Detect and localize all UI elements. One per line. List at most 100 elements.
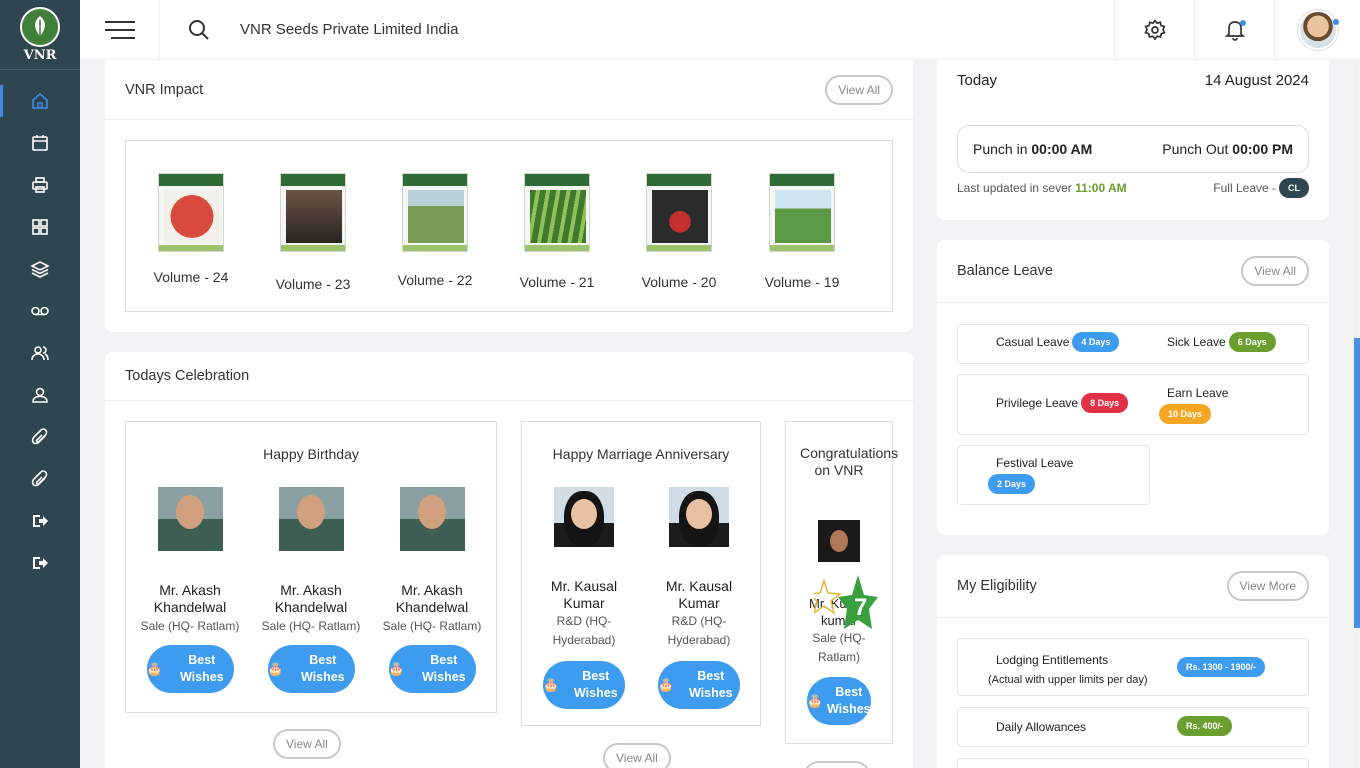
best-wishes-button[interactable]: 🎂 Best Wishes: [388, 645, 476, 693]
notifications-button[interactable]: [1194, 0, 1274, 60]
best-wishes-button[interactable]: 🎂 Best Wishes: [146, 645, 234, 693]
magazine-cover: [524, 173, 590, 252]
volume-item-22[interactable]: Volume - 22: [380, 173, 490, 288]
vnr-impact-header: VNR Impact View All: [105, 60, 913, 120]
cake-icon: 🎂: [146, 661, 163, 676]
cake-icon: 🎂: [658, 677, 674, 692]
settings-button[interactable]: [1114, 0, 1194, 60]
leave-code-badge: CL: [1279, 178, 1309, 198]
birthday-view-all-button[interactable]: View All: [273, 729, 341, 759]
company-name: VNR Seeds Private Limited India: [240, 21, 459, 38]
festival-leave: Festival Leave 2 Days: [988, 456, 1073, 494]
sidebar-item-print[interactable]: [0, 164, 80, 206]
cake-icon: 🎂: [388, 661, 405, 676]
casual-leave: Casual Leave 4 Days: [996, 332, 1120, 352]
top-bar: VNR Seeds Private Limited India: [80, 0, 1360, 60]
punch-box: Punch in 00:00 AM Punch Out 00:00 PM: [957, 125, 1309, 173]
paperclip-icon: [31, 428, 48, 445]
leaf-icon: [20, 6, 60, 47]
volume-label: Volume - 22: [397, 272, 473, 288]
star-icon: [807, 575, 878, 629]
search-icon: [189, 20, 209, 40]
volume-item-24[interactable]: Volume - 24: [136, 173, 246, 285]
magazine-cover: [769, 173, 835, 252]
profile-button[interactable]: [1274, 0, 1360, 60]
person-name: Mr. Kausal Kumar: [550, 578, 618, 611]
impact-view-all-button[interactable]: View All: [825, 74, 893, 105]
person-dept: R&D (HQ- Hyderabad): [667, 614, 731, 647]
sick-leave: Sick Leave 6 Days: [1167, 332, 1276, 352]
best-wishes-button[interactable]: 🎂 Best Wishes: [543, 661, 625, 709]
volume-item-21[interactable]: Volume - 21: [502, 173, 612, 290]
users-icon: [31, 346, 49, 361]
balance-view-all-button[interactable]: View All: [1241, 256, 1309, 286]
logout-icon: [33, 515, 48, 527]
grid-icon: [32, 219, 48, 235]
congrats-view-all-button[interactable]: [803, 761, 871, 768]
best-wishes-button[interactable]: 🎂 Best Wishes: [267, 645, 355, 693]
eligibility-row: [957, 758, 1309, 768]
anniversary-view-all-button[interactable]: View All: [603, 743, 671, 768]
person-photo: [278, 487, 344, 551]
online-dot: [1333, 19, 1339, 25]
magazine-cover: [158, 173, 224, 252]
sidebar-item-grid[interactable]: [0, 206, 80, 248]
volume-item-19[interactable]: Volume - 19: [747, 173, 857, 290]
volume-label: Volume - 23: [275, 276, 351, 292]
scrollbar-thumb[interactable]: [1354, 338, 1360, 628]
volume-item-20[interactable]: Volume - 20: [624, 173, 734, 290]
anniversary-box: Happy Marriage Anniversary Mr. Kausal Ku…: [521, 421, 761, 726]
leave-badge: 8 Days: [1081, 393, 1129, 413]
balance-leave-card: Balance Leave View All Casual Leave 4 Day…: [937, 240, 1329, 535]
sidebar-item-logout[interactable]: [0, 500, 80, 542]
sidebar-item-layers[interactable]: [0, 248, 80, 290]
sidebar-item-attachments[interactable]: [0, 458, 80, 500]
sidebar-item-calendar[interactable]: [0, 122, 80, 164]
punch-in: Punch in 00:00 AM: [973, 141, 1093, 157]
vnr-logo[interactable]: VNR: [0, 0, 80, 70]
sidebar-nav: [0, 80, 80, 584]
best-wishes-button[interactable]: 🎂 Best Wishes: [658, 661, 740, 709]
eligibility-row: Daily Allowances Rs. 400/-: [957, 707, 1309, 747]
anniversary-title: Happy Marriage Anniversary: [552, 446, 730, 462]
signout-icon: [33, 557, 48, 569]
today-label: Today: [957, 72, 998, 89]
sidebar-item-users[interactable]: [0, 332, 80, 374]
person-photo: [554, 487, 614, 547]
congrats-box: Congratulations on VNR Mr. Kumar kumar S…: [785, 421, 899, 744]
cake-icon: 🎂: [267, 661, 284, 676]
sidebar-item-voicemail[interactable]: [0, 290, 80, 332]
birthday-box: Happy Birthday Mr. Akash Khandelwal Sale…: [125, 421, 497, 713]
gear-icon: [1143, 19, 1166, 41]
volume-label: Volume - 21: [519, 274, 595, 290]
sidebar-item-profile[interactable]: [0, 374, 80, 416]
balance-leave-header: Balance Leave View All: [937, 240, 1329, 303]
eligibility-view-more-button[interactable]: View More: [1226, 571, 1309, 601]
eligibility-label: Lodging Entitlements (Actual with upper l…: [988, 653, 1148, 686]
voicemail-icon: [31, 306, 49, 316]
cake-icon: 🎂: [543, 677, 559, 692]
congrats-title: Congratulations on VNR: [800, 445, 899, 478]
sidebar-item-home[interactable]: [0, 80, 80, 122]
best-wishes-button[interactable]: 🎂 Best Wishes: [807, 677, 871, 725]
volume-label: Volume - 20: [641, 274, 717, 290]
search-button[interactable]: [188, 19, 210, 46]
person-photo: [818, 520, 860, 562]
volume-item-23[interactable]: Volume - 23: [258, 173, 368, 292]
birthday-person: Mr. Akash Khandelwal Sale (HQ- Ratlam) 🎂…: [261, 487, 361, 693]
birthday-title: Happy Birthday: [263, 446, 359, 462]
leave-badge: 6 Days: [1228, 332, 1276, 352]
celebration-header: Todays Celebration: [105, 352, 913, 401]
sidebar-item-documents[interactable]: [0, 416, 80, 458]
hamburger-icon: [104, 21, 135, 39]
today-card: Today 14 August 2024 Punch in 00:00 AM P…: [937, 60, 1329, 220]
sidebar: VNR: [0, 0, 80, 768]
sidebar-item-signout[interactable]: [0, 542, 80, 584]
leave-badge: 10 Days: [1159, 404, 1212, 424]
printer-icon: [32, 177, 48, 193]
menu-toggle[interactable]: [80, 0, 160, 60]
person-name: Mr. Akash Khandelwal: [274, 582, 348, 615]
leave-badge: 2 Days: [988, 474, 1036, 494]
volume-label: Volume - 24: [153, 269, 229, 285]
person-photo: [669, 487, 729, 547]
